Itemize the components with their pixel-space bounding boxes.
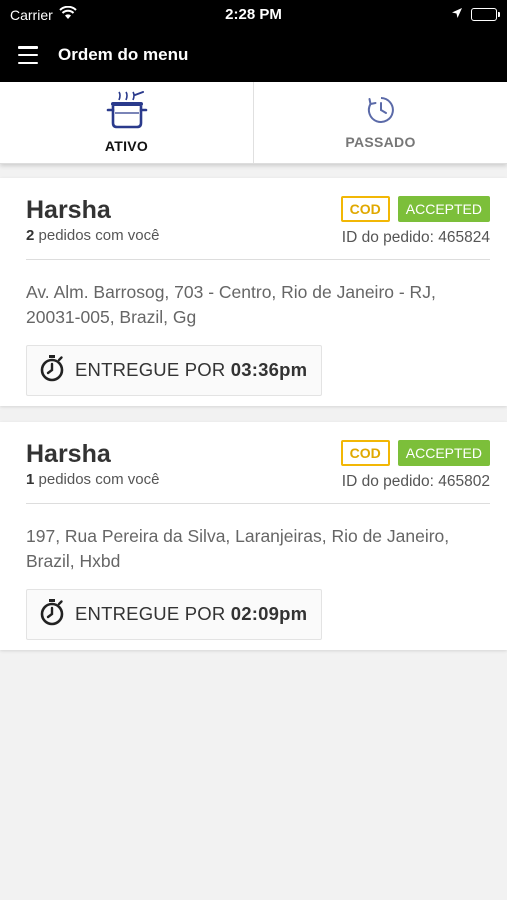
clock-history-icon [366,95,396,130]
badges: COD ACCEPTED [340,439,490,466]
status-badge: ACCEPTED [397,196,490,222]
battery-icon [471,7,500,21]
order-id: ID do pedido: 465824 [341,229,490,246]
order-count-suffix: pedidos com você [34,227,160,244]
status-badge: ACCEPTED [397,439,490,466]
tab-passado[interactable]: PASSADO [253,82,507,163]
order-count: 1 pedidos com você [26,471,159,488]
order-tabs: ATIVO PASSADO [0,82,507,164]
order-card-header: Harsha 2 pedidos com você COD ACCEPTED I… [26,178,490,247]
order-list: Harsha 2 pedidos com você COD ACCEPTED I… [0,164,507,650]
stopwatch-icon [39,354,65,387]
payment-badge: COD [340,196,390,222]
order-card[interactable]: Harsha 2 pedidos com você COD ACCEPTED I… [0,178,507,406]
order-card[interactable]: Harsha 1 pedidos com você COD ACCEPTED I… [0,421,507,650]
tab-ativo[interactable]: ATIVO [0,82,253,163]
order-card-header: Harsha 1 pedidos com você COD ACCEPTED I… [26,422,490,491]
hamburger-menu-icon[interactable] [18,46,38,64]
tab-label-passado: PASSADO [345,134,416,150]
customer-info: Harsha 2 pedidos com você [26,196,159,247]
status-right [451,6,500,22]
delivery-address: Av. Alm. Barrosog, 703 - Centro, Rio de … [26,282,436,328]
delivery-label: ENTREGUE POR [75,603,226,624]
customer-info: Harsha 1 pedidos com você [26,440,159,491]
payment-badge: COD [340,439,390,466]
delivery-time: 02:09pm [230,603,308,624]
order-meta: COD ACCEPTED ID do pedido: 465824 [340,196,490,247]
stopwatch-icon [39,598,65,631]
delivery-text: ENTREGUE POR 03:36pm [75,359,307,381]
page-title: Ordem do menu [58,45,189,64]
order-count: 2 pedidos com você [26,227,159,244]
order-count-suffix: pedidos com você [34,470,160,488]
delivery-time-box: ENTREGUE POR 03:36pm [26,344,323,396]
pot-icon [105,91,149,134]
delivery-time: 03:36pm [230,359,308,381]
order-meta: COD ACCEPTED ID do pedido: 465802 [340,439,490,491]
delivery-time-box: ENTREGUE POR 02:09pm [26,588,323,640]
delivery-text: ENTREGUE POR 02:09pm [75,603,307,625]
order-id: ID do pedido: 465802 [341,472,490,490]
delivery-address: 197, Rua Pereira da Silva, Laranjeiras, … [26,525,450,572]
location-arrow-icon [451,6,463,22]
delivery-label: ENTREGUE POR [75,359,226,381]
customer-name: Harsha [26,196,111,224]
customer-name: Harsha [26,439,111,468]
status-time: 2:28 PM [225,6,282,23]
app-header: Ordem do menu [0,28,507,82]
tab-label-ativo: ATIVO [104,138,149,154]
badges: COD ACCEPTED [340,196,490,222]
status-bar: Carrier 2:28 PM [0,0,507,28]
